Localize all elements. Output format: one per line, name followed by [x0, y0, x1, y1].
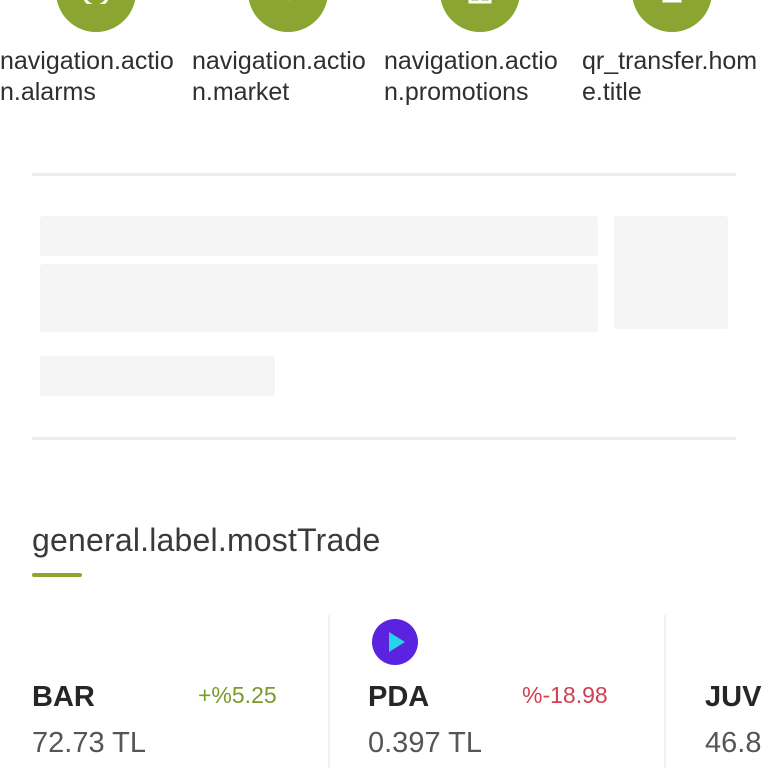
asset-symbol: BAR — [32, 681, 95, 713]
divider — [32, 173, 736, 176]
most-traded-card-bar[interactable]: BAR +%5.25 72.73 TL — [0, 615, 328, 768]
skeleton-thumbnail — [614, 216, 728, 329]
market-icon — [248, 0, 328, 32]
asset-price: 72.73 TL — [32, 727, 146, 759]
section-title: general.label.mostTrade — [32, 522, 381, 558]
action-label: navigation.action.promotions — [384, 47, 558, 106]
asset-symbol: PDA — [368, 681, 430, 713]
most-traded-card-juv[interactable]: JUV 46.8 — [666, 615, 768, 768]
section-title-underline — [32, 573, 82, 577]
asset-price: 46.8 — [705, 727, 762, 759]
skeleton-line — [40, 356, 275, 396]
divider — [32, 437, 736, 440]
skeleton-line — [40, 216, 598, 256]
play-logo-icon — [372, 619, 418, 665]
most-traded-card-pda[interactable]: PDA %-18.98 0.397 TL — [330, 615, 664, 768]
alarm-clock-icon — [56, 0, 136, 32]
action-label: navigation.action.market — [192, 47, 366, 106]
change-percent: %-18.98 — [522, 682, 608, 708]
skeleton-block — [40, 264, 598, 332]
qr-transfer-icon — [632, 0, 712, 32]
change-percent: +%5.25 — [198, 682, 277, 708]
action-label: navigation.action.alarms — [0, 47, 174, 106]
gift-icon — [440, 0, 520, 32]
asset-price: 0.397 TL — [368, 727, 482, 759]
action-label: qr_transfer.home.title — [582, 47, 758, 106]
asset-symbol: JUV — [705, 681, 762, 713]
